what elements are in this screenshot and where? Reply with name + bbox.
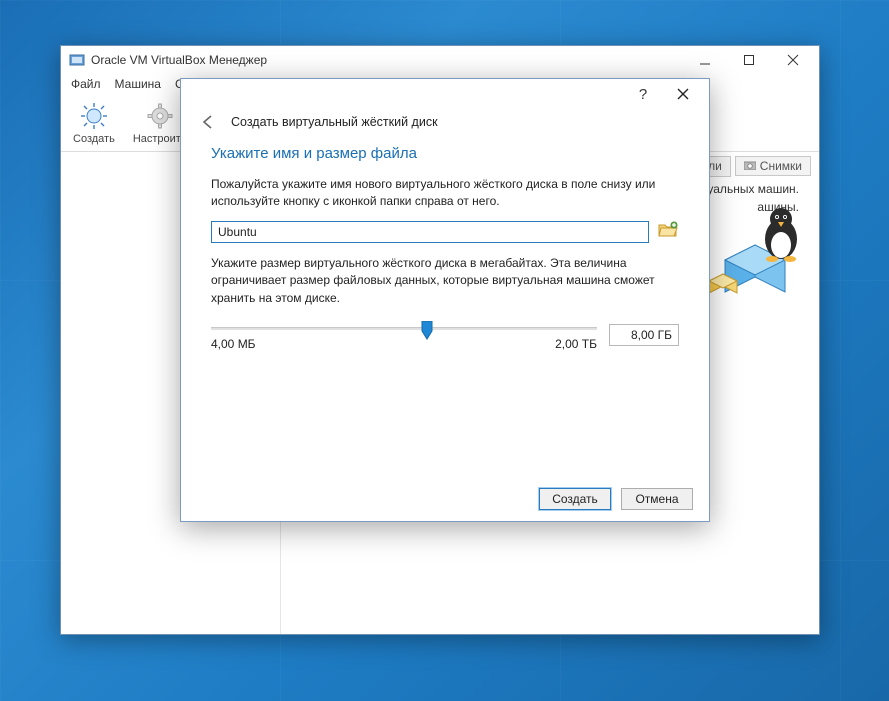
- minimize-button[interactable]: [683, 46, 727, 74]
- browse-folder-button[interactable]: [657, 221, 679, 243]
- maximize-button[interactable]: [727, 46, 771, 74]
- dialog-close-button[interactable]: [663, 80, 703, 108]
- cancel-button[interactable]: Отмена: [621, 488, 693, 510]
- disk-size-control: 4,00 МБ 2,00 ТБ 8,00 ГБ: [211, 319, 679, 351]
- back-arrow-icon[interactable]: [199, 113, 217, 131]
- dialog-paragraph-2: Укажите размер виртуального жёсткого дис…: [211, 255, 679, 307]
- slider-min-label: 4,00 МБ: [211, 337, 256, 351]
- tab-snapshots[interactable]: Снимки: [735, 156, 811, 176]
- disk-file-row: [211, 221, 679, 243]
- size-value-box[interactable]: 8,00 ГБ: [609, 324, 679, 346]
- dialog-header-title: Создать виртуальный жёсткий диск: [231, 115, 438, 129]
- tab-snapshots-label: Снимки: [760, 159, 802, 173]
- menu-machine[interactable]: Машина: [115, 77, 161, 91]
- toolbar-create-button[interactable]: Создать: [69, 99, 119, 147]
- main-window-title: Oracle VM VirtualBox Менеджер: [91, 53, 267, 67]
- toolbar-settings-label: Настроить: [133, 133, 187, 145]
- dialog-footer: Создать Отмена: [181, 477, 709, 521]
- gear-icon: [145, 101, 175, 131]
- slider-range-labels: 4,00 МБ 2,00 ТБ: [211, 337, 597, 351]
- create-disk-dialog: ? Создать виртуальный жёсткий диск Укажи…: [180, 78, 710, 522]
- menu-file[interactable]: Файл: [71, 77, 101, 91]
- size-value-text: 8,00 ГБ: [631, 328, 672, 342]
- virtualbox-app-icon: [69, 52, 85, 68]
- slider-max-label: 2,00 ТБ: [555, 337, 597, 351]
- dialog-help-button[interactable]: ?: [623, 80, 663, 108]
- virtualbox-mascot-image: [707, 207, 807, 317]
- dialog-paragraph-1: Пожалуйста укажите имя нового виртуально…: [211, 176, 679, 211]
- create-button[interactable]: Создать: [539, 488, 611, 510]
- dialog-heading: Укажите имя и размер файла: [211, 145, 679, 162]
- main-titlebar: Oracle VM VirtualBox Менеджер: [61, 46, 819, 74]
- toolbar-create-label: Создать: [73, 133, 115, 145]
- dialog-header: Создать виртуальный жёсткий диск: [181, 109, 709, 145]
- sun-new-icon: [79, 101, 109, 131]
- dialog-titlebar: ?: [181, 79, 709, 109]
- dialog-body: Укажите имя и размер файла Пожалуйста ук…: [181, 145, 709, 477]
- size-slider[interactable]: [211, 327, 597, 331]
- folder-open-icon: [658, 221, 678, 242]
- slider-thumb-icon[interactable]: [420, 321, 434, 341]
- camera-icon: [744, 159, 756, 173]
- disk-name-input[interactable]: [211, 221, 649, 243]
- close-button[interactable]: [771, 46, 815, 74]
